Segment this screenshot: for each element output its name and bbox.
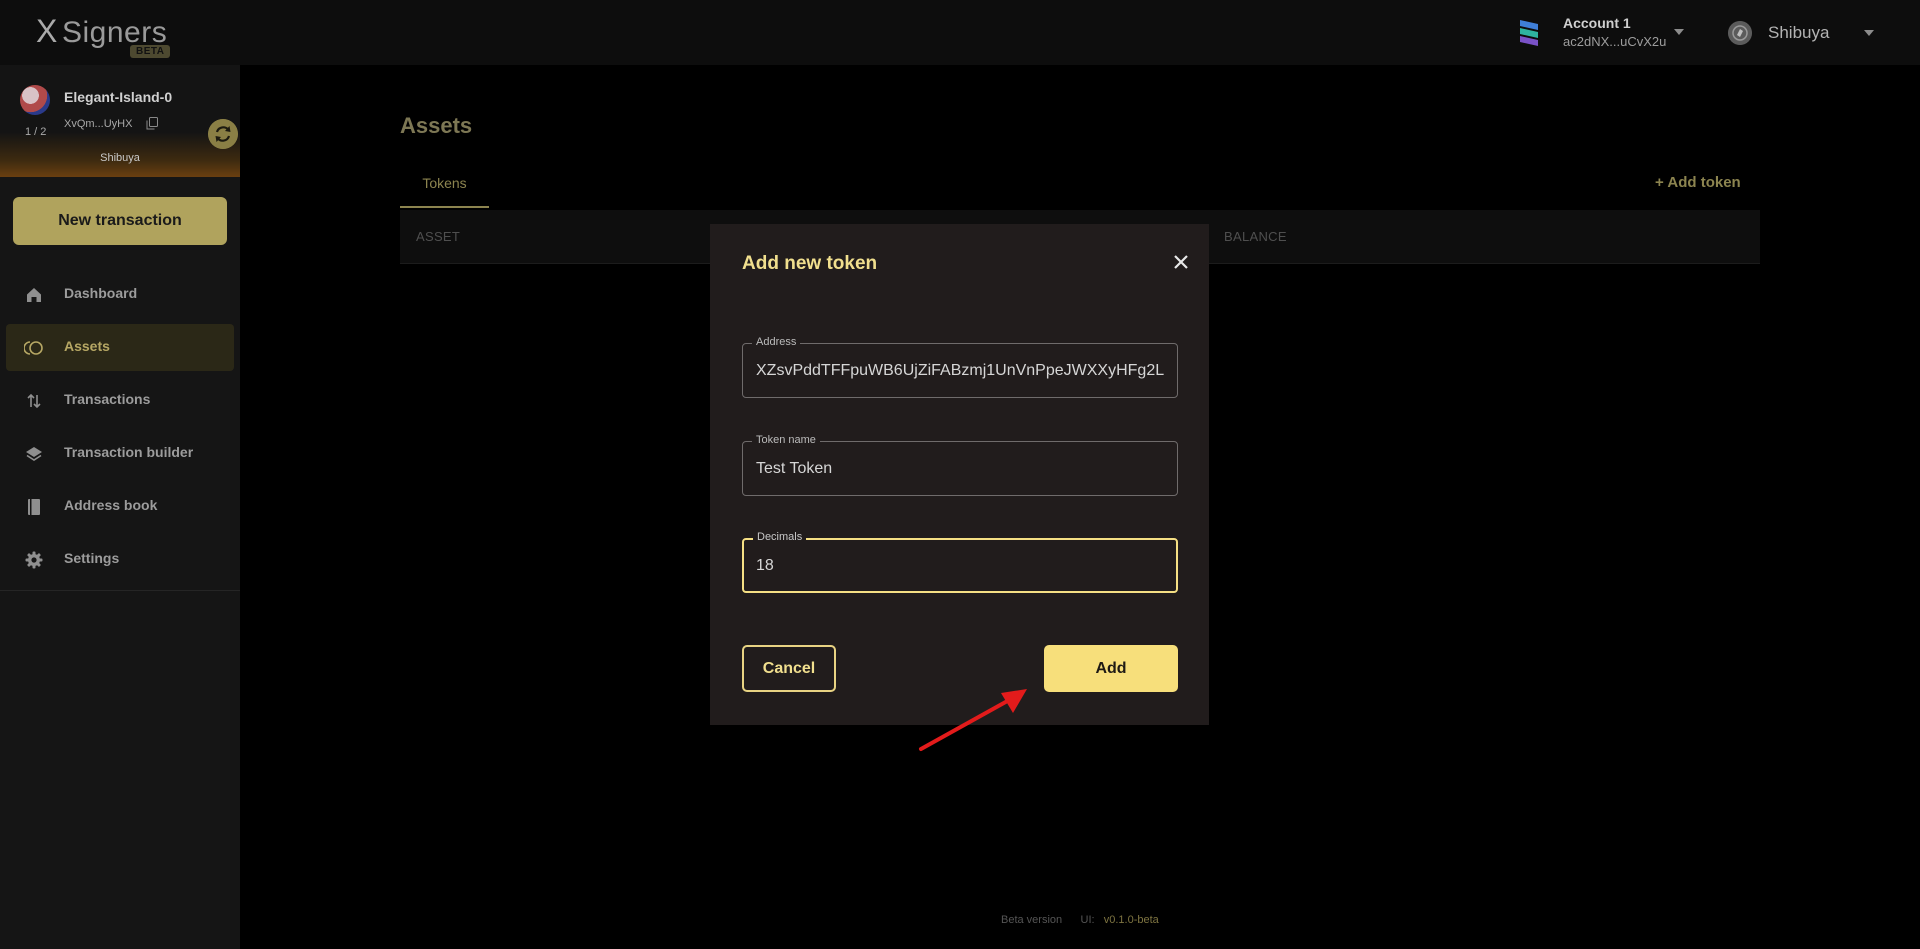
assets-icon [24,341,43,355]
sidebar-nav: Dashboard Assets Transactions Transactio… [0,271,240,589]
gear-icon [25,551,43,569]
page-title: Assets [400,113,473,138]
logo-x-mark: X [36,13,58,49]
token-name-field: Token name [742,434,1178,496]
tab-tokens[interactable]: Tokens [400,159,489,208]
sidebar-item-label: Transactions [64,391,151,407]
cancel-button[interactable]: Cancel [742,645,836,692]
sidebar-divider [0,590,240,591]
ui-version: v0.1.0-beta [1103,914,1159,926]
multisig-pager: 1 / 2 [25,126,47,138]
layers-icon [26,447,42,461]
multisig-card: 1 / 2 Elegant-Island-0 XvQm...UyHX Shibu… [0,65,240,177]
sidebar-item-address-book[interactable]: Address book [6,483,234,530]
beta-badge: BETA [130,45,171,58]
new-transaction-button[interactable]: New transaction [13,197,227,245]
sidebar-item-dashboard[interactable]: Dashboard [6,271,234,318]
add-button[interactable]: Add [1044,645,1178,692]
sidebar-item-settings[interactable]: Settings [6,536,234,583]
switch-multisig-icon[interactable] [208,119,238,149]
copy-icon[interactable] [146,117,158,130]
column-header-asset: ASSET [416,229,461,244]
column-header-balance: BALANCE [1224,229,1287,244]
chevron-down-icon [1674,29,1684,35]
tab-label: Tokens [422,175,467,191]
add-token-link[interactable]: + Add token [1655,174,1741,191]
sidebar-item-transactions[interactable]: Transactions [6,377,234,424]
multisig-name: Elegant-Island-0 [64,89,173,105]
sidebar-item-label: Assets [64,338,110,354]
address-input[interactable] [756,344,1164,397]
book-icon [28,499,40,515]
token-name-input[interactable] [756,442,1164,495]
sidebar-item-transaction-builder[interactable]: Transaction builder [6,430,234,477]
account-address: ac2dNX...uCvX2u [1563,34,1667,49]
tab-active-indicator [400,206,489,208]
dialog-title: Add new token [742,253,878,274]
account-name: Account 1 [1563,15,1631,31]
decimals-input[interactable] [756,540,1164,591]
add-token-dialog: Add new token Address Token name Decimal… [710,224,1209,725]
transactions-icon [27,393,41,409]
account-icon [1520,20,1538,46]
chevron-down-icon [1864,30,1874,36]
top-bar: X Signers BETA Account 1 ac2dNX...uCvX2u… [0,0,1920,65]
multisig-network: Shibuya [100,152,140,164]
home-icon [27,288,41,302]
address-field: Address [742,336,1178,398]
sidebar-item-label: Dashboard [64,285,138,301]
multisig-address: XvQm...UyHX [64,118,133,130]
network-name: Shibuya [1768,23,1830,42]
footer: Beta version UI: v0.1.0-beta [1001,914,1159,926]
beta-version-text: Beta version [1001,914,1063,926]
avatar[interactable] [20,85,50,115]
sidebar-item-label: Settings [64,550,120,566]
ui-label: UI: [1080,914,1095,926]
annotation-arrow-icon [919,689,1027,751]
sidebar-item-assets[interactable]: Assets [6,324,234,371]
sidebar-item-label: Transaction builder [64,444,194,460]
decimals-field: Decimals [742,531,1178,593]
close-icon[interactable] [1170,251,1192,273]
sidebar: 1 / 2 Elegant-Island-0 XvQm...UyHX Shibu… [0,65,240,949]
sidebar-item-label: Address book [64,497,158,513]
network-icon [1728,21,1752,45]
